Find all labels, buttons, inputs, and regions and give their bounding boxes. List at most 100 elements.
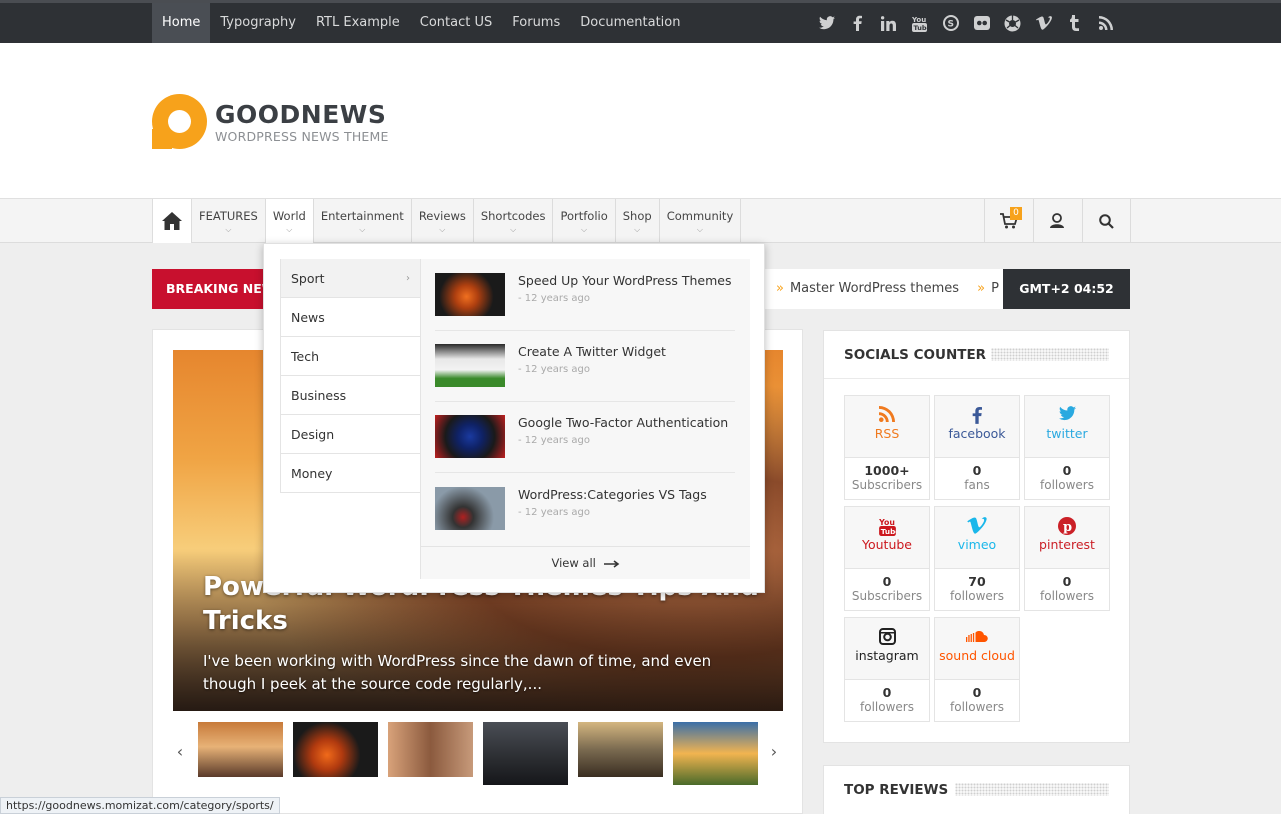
pinterest-icon: p	[1025, 507, 1109, 535]
youtube-icon[interactable]: YouTube	[904, 3, 935, 43]
widget-title: SOCIALS COUNTER	[844, 347, 987, 363]
mega-menu-category-design[interactable]: Design	[280, 415, 420, 454]
nav-features[interactable]: FEATURES ⌵	[192, 199, 266, 243]
world-mega-menu: Sport › News Tech Business Design Money S…	[263, 243, 765, 593]
svg-text:Tube: Tube	[914, 24, 928, 32]
nav-shop[interactable]: Shop ⌵	[616, 199, 660, 243]
nav-reviews[interactable]: Reviews ⌵	[412, 199, 474, 243]
facebook-icon	[935, 396, 1019, 424]
post-thumbnail[interactable]	[435, 415, 505, 458]
chevron-right-icon: ›	[406, 273, 410, 284]
view-all-link[interactable]: View all	[421, 546, 750, 579]
social-instagram[interactable]: instagram 0 followers	[844, 617, 930, 722]
widget-title: TOP REVIEWS	[844, 782, 949, 798]
chevron-left-icon[interactable]: ‹	[173, 742, 187, 761]
chevron-down-icon: ⌵	[439, 224, 446, 234]
rss-icon	[845, 396, 929, 424]
mega-menu-post[interactable]: Speed Up Your WordPress Themes - 12 year…	[435, 273, 735, 333]
nav-world[interactable]: World ⌵	[265, 199, 314, 243]
site-logo[interactable]: GOODNEWS WORDPRESS NEWS THEME	[152, 94, 389, 149]
twitter-icon	[1025, 396, 1109, 424]
main-nav: FEATURES ⌵ World ⌵ Entertainment ⌵ Reviews ⌵…	[0, 198, 1281, 243]
top-nav-typography[interactable]: Typography	[210, 3, 306, 43]
soundcloud-icon	[935, 618, 1019, 646]
cart-button[interactable]: 0	[984, 199, 1033, 243]
mega-menu-category-sport[interactable]: Sport ›	[280, 259, 420, 298]
tumblr-icon[interactable]	[1059, 3, 1090, 43]
chevron-down-icon: ⌵	[359, 224, 366, 234]
mega-menu-post[interactable]: WordPress:Categories VS Tags - 12 years …	[435, 487, 735, 547]
top-nav: Home Typography RTL Example Contact US F…	[152, 3, 690, 43]
chevron-down-icon: ⌵	[286, 224, 293, 234]
logo-subtitle: WORDPRESS NEWS THEME	[215, 128, 389, 144]
ticker-item[interactable]: Master WordPress themes	[790, 281, 959, 296]
mega-menu-post[interactable]: Create A Twitter Widget - 12 years ago	[435, 344, 735, 404]
news-ticker[interactable]: » Master WordPress themes » P	[772, 269, 1002, 309]
mega-menu-category-tech[interactable]: Tech	[280, 337, 420, 376]
search-button[interactable]	[1082, 199, 1131, 243]
slider-thumbnails: ‹ ›	[173, 715, 783, 795]
vimeo-icon[interactable]	[1028, 3, 1059, 43]
top-reviews-widget: TOP REVIEWS	[823, 765, 1130, 814]
social-twitter[interactable]: twitter 0 followers	[1024, 395, 1110, 500]
social-vimeo[interactable]: vimeo 70 followers	[934, 506, 1020, 611]
picasa-icon[interactable]	[997, 3, 1028, 43]
slider-thumb[interactable]	[673, 722, 758, 785]
slider-thumb[interactable]	[483, 722, 568, 785]
top-nav-forums[interactable]: Forums	[502, 3, 570, 43]
mega-menu-category-news[interactable]: News	[280, 298, 420, 337]
slider-thumb[interactable]	[578, 722, 663, 777]
svg-text:Tube: Tube	[880, 527, 895, 536]
top-nav-home[interactable]: Home	[152, 3, 211, 43]
top-bar: Home Typography RTL Example Contact US F…	[0, 0, 1281, 43]
featured-excerpt: I've been working with WordPress since t…	[203, 652, 712, 693]
linkedin-icon[interactable]	[873, 3, 904, 43]
facebook-icon[interactable]	[842, 3, 873, 43]
top-nav-documentation[interactable]: Documentation	[570, 3, 690, 43]
decorative-pattern	[955, 783, 1109, 796]
slider-thumb[interactable]	[198, 722, 283, 777]
user-button[interactable]	[1033, 199, 1082, 243]
social-rss[interactable]: RSS 1000+ Subscribers	[844, 395, 930, 500]
post-thumbnail[interactable]	[435, 273, 505, 316]
skype-icon[interactable]: S	[935, 3, 966, 43]
cart-count-badge: 0	[1010, 207, 1022, 220]
post-thumbnail[interactable]	[435, 487, 505, 530]
top-nav-rtl-example[interactable]: RTL Example	[306, 3, 410, 43]
svg-text:You: You	[912, 16, 926, 24]
rss-icon[interactable]	[1090, 3, 1121, 43]
nav-community[interactable]: Community ⌵	[660, 199, 742, 243]
twitter-icon[interactable]	[811, 3, 842, 43]
nav-shortcodes[interactable]: Shortcodes ⌵	[474, 199, 554, 243]
mega-menu-category-business[interactable]: Business	[280, 376, 420, 415]
social-facebook[interactable]: facebook 0 fans	[934, 395, 1020, 500]
user-icon	[1050, 213, 1064, 228]
home-icon	[162, 212, 182, 230]
search-icon	[1099, 213, 1114, 229]
mega-menu-post[interactable]: Google Two-Factor Authentication - 12 ye…	[435, 415, 735, 475]
youtube-icon: YouTube	[845, 507, 929, 536]
gmt-time: GMT+2 04:52	[1003, 269, 1130, 309]
browser-status-url: https://goodnews.momizat.com/category/sp…	[0, 797, 280, 814]
nav-portfolio[interactable]: Portfolio ⌵	[553, 199, 616, 243]
top-nav-contact-us[interactable]: Contact US	[410, 3, 502, 43]
nav-entertainment[interactable]: Entertainment ⌵	[314, 199, 412, 243]
logo-title: GOODNEWS	[215, 99, 387, 129]
chevron-right-icon[interactable]: ›	[767, 742, 781, 761]
flickr-icon[interactable]	[966, 3, 997, 43]
vimeo-icon	[935, 507, 1019, 535]
mega-menu-category-money[interactable]: Money	[280, 454, 420, 493]
social-pinterest[interactable]: p pinterest 0 followers	[1024, 506, 1110, 611]
socials-counter-widget: SOCIALS COUNTER RSS 1000+ Subscribers fa…	[823, 330, 1130, 743]
social-soundcloud[interactable]: sound cloud 0 followers	[934, 617, 1020, 722]
chevron-down-icon: ⌵	[581, 224, 588, 234]
social-youtube[interactable]: YouTube Youtube 0 Subscribers	[844, 506, 930, 611]
post-thumbnail[interactable]	[435, 344, 505, 387]
slider-thumb[interactable]	[293, 722, 378, 777]
chevron-down-icon: ⌵	[634, 224, 641, 234]
double-chevron-icon: »	[776, 281, 784, 296]
home-button[interactable]	[152, 199, 192, 243]
ticker-item[interactable]: P	[991, 281, 999, 296]
slider-thumb[interactable]	[388, 722, 473, 777]
logo-icon	[152, 94, 207, 149]
